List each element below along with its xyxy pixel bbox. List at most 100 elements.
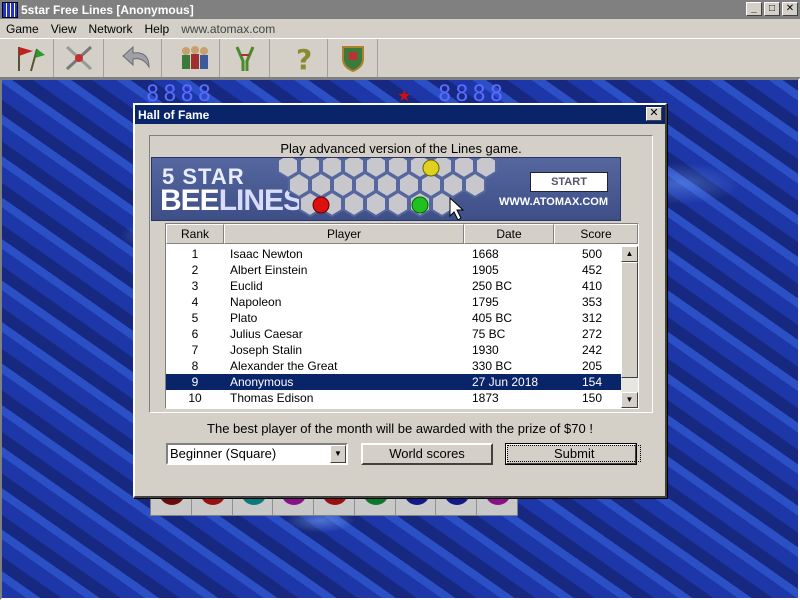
- dialog-title-bar: Hall of Fame ✕: [135, 105, 665, 124]
- score-cell: 150: [582, 391, 603, 405]
- players-icon: [181, 46, 208, 69]
- players-button[interactable]: [170, 39, 220, 77]
- column-score[interactable]: Score: [554, 224, 638, 244]
- rank-cell: 5: [191, 311, 199, 325]
- player-cell: Plato: [230, 311, 258, 325]
- flags-icon: [17, 47, 45, 72]
- column-player[interactable]: Player: [224, 224, 464, 244]
- banner-url: WWW.ATOMAX.COM: [499, 196, 608, 208]
- hall-of-fame-button[interactable]: [328, 39, 378, 77]
- chevron-down-icon[interactable]: ▼: [330, 445, 346, 463]
- table-row[interactable]: 2 Albert Einstein 1905 452: [166, 262, 621, 278]
- minimize-button[interactable]: _: [746, 2, 762, 16]
- table-row[interactable]: 7 Joseph Stalin 1930 242: [166, 342, 621, 358]
- advert-banner[interactable]: 5 STAR BEELINES START WWW.ATOMAX.COM: [151, 157, 621, 221]
- table-row[interactable]: 10 Thomas Edison 1873 150: [166, 390, 621, 406]
- score-cell: 353: [582, 295, 603, 309]
- table-row[interactable]: 9 Anonymous 27 Jun 2018 154: [166, 374, 621, 390]
- table-row[interactable]: 3 Euclid 250 BC 410: [166, 278, 621, 294]
- table-row[interactable]: 5 Plato 405 BC 312: [166, 310, 621, 326]
- table-row[interactable]: 6 Julius Caesar 75 BC 272: [166, 326, 621, 342]
- rank-cell: 3: [191, 279, 199, 293]
- submit-button[interactable]: Submit: [505, 443, 642, 465]
- window-title: 5star Free Lines [Anonymous]: [21, 2, 194, 17]
- date-cell: 1873: [472, 391, 499, 405]
- green-ball-icon: [411, 196, 429, 214]
- table-scrollbar[interactable]: ▲ ▼: [621, 246, 638, 408]
- player-cell: Joseph Stalin: [230, 343, 303, 357]
- prize-text: The best player of the month will be awa…: [207, 421, 593, 436]
- date-cell: 330 BC: [472, 359, 513, 373]
- tuning-fork-icon: [235, 46, 254, 71]
- svg-text:?: ?: [296, 43, 312, 73]
- app-icon: [2, 1, 18, 18]
- dialog-title: Hall of Fame: [138, 107, 210, 122]
- menu-game[interactable]: Game: [0, 22, 45, 36]
- menu-help[interactable]: Help: [139, 22, 176, 36]
- rank-cell: 7: [191, 343, 199, 357]
- promo-text: Play advanced version of the Lines game.: [280, 141, 522, 156]
- next-balls-strip: [150, 491, 518, 516]
- undo-button[interactable]: [112, 39, 162, 77]
- help-question-icon: ?: [296, 43, 312, 73]
- player-cell: Julius Caesar: [230, 327, 303, 341]
- scores-table: Rank Player Date Score 1 Isaac Newton 1668…: [165, 223, 639, 409]
- banner-start-button[interactable]: START: [530, 172, 608, 192]
- hall-of-fame-shield-icon: [341, 46, 364, 73]
- menu-bar: Game View Network Help www.atomax.com: [0, 19, 800, 38]
- date-cell: 405 BC: [472, 311, 513, 325]
- score-cell: 500: [582, 247, 603, 261]
- rank-cell: 1: [191, 247, 199, 261]
- table-rows: 1 Isaac Newton 1668 500 2 Albert Einstein 1905…: [166, 246, 621, 406]
- broken-tools-icon: [65, 45, 92, 71]
- cursor-icon: [449, 196, 465, 220]
- red-ball-icon: [312, 196, 330, 214]
- new-game-button[interactable]: [4, 39, 54, 77]
- score-cell: 410: [582, 279, 603, 293]
- menu-network[interactable]: Network: [82, 22, 138, 36]
- date-cell: 1930: [472, 343, 499, 357]
- player-cell: Thomas Edison: [230, 391, 314, 405]
- world-scores-button[interactable]: World scores: [361, 443, 493, 465]
- date-cell: 1905: [472, 263, 499, 277]
- hex-grid-graphic: [278, 158, 497, 220]
- column-rank[interactable]: Rank: [166, 224, 224, 244]
- help-button[interactable]: ?: [278, 39, 328, 77]
- rank-cell: 9: [191, 375, 199, 389]
- table-row[interactable]: 8 Alexander the Great 330 BC 205: [166, 358, 621, 374]
- menu-website-link[interactable]: www.atomax.com: [175, 22, 281, 36]
- abort-game-button[interactable]: [54, 39, 104, 77]
- yellow-ball-icon: [422, 159, 440, 177]
- player-cell: Anonymous: [230, 375, 294, 389]
- level-select[interactable]: Beginner (Square) ▼: [166, 443, 348, 465]
- hall-of-fame-dialog: Hall of Fame ✕ Play advanced version of …: [133, 103, 667, 498]
- options-button[interactable]: [220, 39, 270, 77]
- rank-cell: 2: [191, 263, 199, 277]
- rank-cell: 6: [191, 327, 199, 341]
- scroll-up-button[interactable]: ▲: [621, 246, 638, 262]
- player-cell: Euclid: [230, 279, 263, 293]
- table-row[interactable]: 1 Isaac Newton 1668 500: [166, 246, 621, 262]
- date-cell: 1795: [472, 295, 499, 309]
- window-title-bar: 5star Free Lines [Anonymous] _ □ ✕: [0, 0, 800, 19]
- score-cell: 242: [582, 343, 603, 357]
- close-window-button[interactable]: ✕: [782, 2, 798, 16]
- score-cell: 312: [582, 311, 603, 325]
- level-select-value: Beginner (Square): [170, 446, 277, 461]
- rank-cell: 4: [191, 295, 199, 309]
- date-cell: 1668: [472, 247, 499, 261]
- table-row[interactable]: 4 Napoleon 1795 353: [166, 294, 621, 310]
- player-cell: Alexander the Great: [230, 359, 338, 373]
- toolbar: ?: [0, 38, 800, 78]
- scroll-thumb[interactable]: [621, 262, 638, 378]
- date-cell: 250 BC: [472, 279, 513, 293]
- date-cell: 75 BC: [472, 327, 506, 341]
- score-cell: 154: [582, 375, 603, 389]
- score-cell: 452: [582, 263, 603, 277]
- scroll-down-button[interactable]: ▼: [621, 392, 638, 408]
- column-date[interactable]: Date: [464, 224, 554, 244]
- player-cell: Napoleon: [230, 295, 282, 309]
- menu-view[interactable]: View: [45, 22, 83, 36]
- maximize-button[interactable]: □: [764, 2, 780, 16]
- dialog-close-button[interactable]: ✕: [646, 107, 662, 121]
